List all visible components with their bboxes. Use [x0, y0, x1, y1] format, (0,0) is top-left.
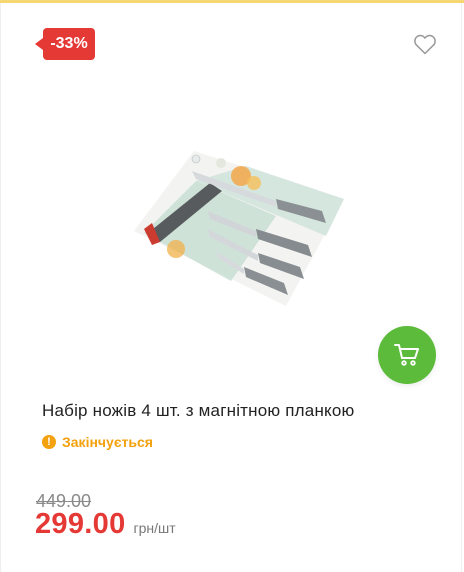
price-unit: грн/шт: [133, 520, 176, 536]
exclamation-icon: !: [42, 435, 56, 449]
add-to-cart-button[interactable]: [378, 326, 436, 384]
product-title[interactable]: Набір ножів 4 шт. з магнітною планкою: [42, 401, 442, 421]
current-price: 299.00: [35, 508, 126, 540]
discount-badge: -33%: [35, 28, 95, 60]
stock-status-label: Закінчується: [62, 434, 153, 450]
price-row: 299.00 грн/шт: [35, 508, 176, 541]
stock-status: ! Закінчується: [42, 433, 153, 451]
wishlist-heart-icon[interactable]: [413, 33, 437, 55]
product-card[interactable]: -33% Набір ножів 4 шт. з магнітною планк…: [0, 3, 462, 572]
cart-icon: [394, 344, 419, 366]
product-image[interactable]: [126, 141, 346, 316]
